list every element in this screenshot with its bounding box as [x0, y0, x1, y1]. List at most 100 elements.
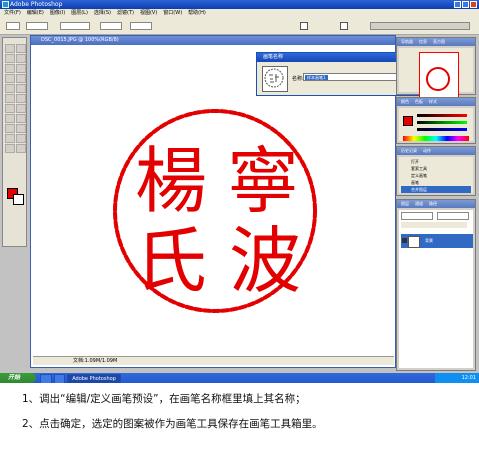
document-title: DSC_0015.JPG @ 100%(RGB/8) [31, 36, 395, 45]
navigator-preview[interactable] [419, 52, 459, 98]
brush-tool-icon[interactable] [16, 74, 26, 83]
window-controls [454, 1, 477, 8]
zoom-tool-icon[interactable] [16, 144, 26, 153]
option-checkbox-2[interactable] [340, 22, 348, 30]
color-ramp[interactable] [403, 136, 469, 141]
navigator-body [399, 48, 473, 98]
menu-item-view[interactable]: 视图(V) [140, 9, 157, 18]
brush-name-input[interactable]: 样本画笔1 [303, 73, 401, 81]
toolbox [2, 37, 27, 247]
move-tool-icon[interactable] [5, 44, 15, 53]
eraser-tool-icon[interactable] [5, 94, 15, 103]
blur-tool-icon[interactable] [5, 104, 15, 113]
instruction-line-1: 1、调出“编辑/定义画笔预设”，在画笔名称框里填上其名称； [22, 393, 306, 405]
dodge-tool-icon[interactable] [16, 104, 26, 113]
flow-field[interactable] [130, 22, 152, 30]
maximize-icon[interactable] [462, 1, 469, 8]
tab-styles[interactable]: 样式 [429, 98, 437, 106]
marquee-tool-icon[interactable] [16, 44, 26, 53]
blend-mode-select[interactable] [401, 212, 433, 220]
history-item-selected[interactable]: 合并图层 [401, 186, 471, 193]
slice-tool-icon[interactable] [16, 64, 26, 73]
history-item[interactable]: 打开 [401, 158, 471, 165]
menu-item-layer[interactable]: 图层(L) [71, 9, 88, 18]
eye-icon[interactable] [402, 238, 407, 243]
taskbar: 开始 Adobe Photoshop 12:01 [0, 373, 479, 383]
background-color-swatch[interactable] [13, 194, 24, 205]
taskbar-item[interactable] [53, 374, 66, 383]
green-slider[interactable] [417, 121, 467, 124]
seal-glyph-3: 楊 [135, 139, 207, 223]
menu-item-filter[interactable]: 滤镜(T) [117, 9, 134, 18]
taskbar-item-photoshop[interactable]: Adobe Photoshop [67, 374, 121, 383]
type-tool-icon[interactable] [16, 114, 26, 123]
tab-color[interactable]: 颜色 [401, 98, 409, 106]
gradient-tool-icon[interactable] [16, 94, 26, 103]
tab-history[interactable]: 历史记录 [401, 147, 417, 155]
navigator-seal-preview [426, 67, 450, 91]
tab-layers[interactable]: 图层 [401, 200, 409, 208]
lasso-tool-icon[interactable] [5, 54, 15, 63]
layer-thumbnail [408, 236, 420, 248]
tab-histogram[interactable]: 直方图 [433, 38, 445, 46]
layers-body: 背景 [399, 210, 473, 368]
history-item[interactable]: 画笔 [401, 179, 471, 186]
color-body [399, 108, 473, 141]
color-panel-swatch[interactable] [403, 116, 413, 126]
option-checkbox-1[interactable] [300, 22, 308, 30]
brush-preview-thumbnail [262, 66, 288, 92]
menu-item-select[interactable]: 选择(S) [94, 9, 111, 18]
tab-channels[interactable]: 通道 [415, 200, 423, 208]
close-icon[interactable] [470, 1, 477, 8]
red-slider[interactable] [417, 114, 467, 117]
minimize-icon[interactable] [454, 1, 461, 8]
menu-item-edit[interactable]: 编辑(E) [27, 9, 44, 18]
taskbar-item[interactable] [40, 374, 52, 383]
crop-tool-icon[interactable] [5, 64, 15, 73]
tool-preset-picker[interactable] [6, 22, 20, 30]
options-bar [0, 18, 479, 35]
eyedropper-icon[interactable] [16, 134, 26, 143]
opacity-field[interactable] [100, 22, 122, 30]
tab-swatches[interactable]: 色板 [415, 98, 423, 106]
magic-wand-tool-icon[interactable] [16, 54, 26, 63]
layers-panel: 图层 通道 路径 背景 [396, 199, 476, 371]
mode-select[interactable] [60, 22, 90, 30]
menu-item-help[interactable]: 帮助(H) [188, 9, 206, 18]
menu-bar: 文件(F) 编辑(E) 图像(I) 图层(L) 选择(S) 滤镜(T) 视图(V… [0, 9, 479, 18]
pen-tool-icon[interactable] [5, 124, 15, 133]
title-bar: Adobe Photoshop [0, 0, 479, 9]
tab-actions[interactable]: 动作 [423, 147, 431, 155]
clone-stamp-icon[interactable] [5, 84, 15, 93]
photoshop-icon [2, 1, 9, 8]
healing-brush-icon[interactable] [5, 74, 15, 83]
tab-paths[interactable]: 路径 [429, 200, 437, 208]
screenshot: Adobe Photoshop 文件(F) 编辑(E) 图像(I) 图层(L) … [0, 0, 479, 383]
menu-item-image[interactable]: 图像(I) [50, 9, 65, 18]
history-item[interactable]: 套索工具 [401, 165, 471, 172]
color-panel: 颜色 色板 样式 [396, 97, 476, 144]
history-tabs: 历史记录 动作 [397, 147, 475, 155]
menu-item-file[interactable]: 文件(F) [4, 9, 21, 18]
notes-tool-icon[interactable] [5, 134, 15, 143]
tab-info[interactable]: 信息 [419, 38, 427, 46]
seal-glyph-4: 氏 [135, 219, 207, 303]
path-selection-icon[interactable] [5, 114, 15, 123]
shape-tool-icon[interactable] [16, 124, 26, 133]
layer-lock-bar[interactable] [401, 222, 467, 228]
seal-glyph-2: 波 [229, 219, 301, 303]
history-brush-icon[interactable] [16, 84, 26, 93]
tab-navigator[interactable]: 导航器 [401, 38, 413, 46]
brush-picker[interactable] [26, 22, 48, 30]
hand-tool-icon[interactable] [5, 144, 15, 153]
start-button[interactable]: 开始 [0, 373, 36, 383]
instruction-line-2: 2、点击确定，选定的图案被作为画笔工具保存在画笔工具箱里。 [22, 418, 323, 430]
navigator-tabs: 导航器 信息 直方图 [397, 38, 475, 46]
history-body: 打开 套索工具 定义画笔 画笔 合并图层 [399, 157, 473, 193]
blue-slider[interactable] [417, 128, 467, 131]
palette-well[interactable] [370, 22, 470, 30]
name-label: 名称: [292, 76, 304, 82]
menu-item-window[interactable]: 窗口(W) [163, 9, 182, 18]
history-item[interactable]: 定义画笔 [401, 172, 471, 179]
layer-opacity-field[interactable] [437, 212, 469, 220]
